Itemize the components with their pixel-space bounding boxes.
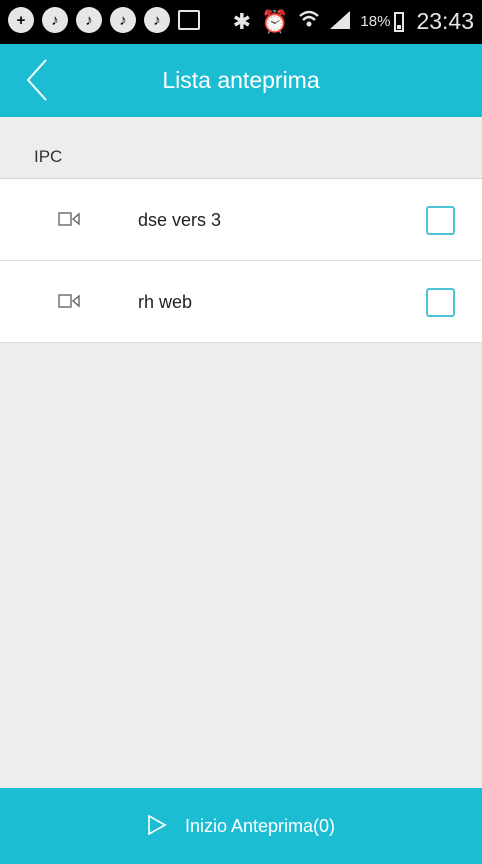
section-header: IPC	[0, 117, 482, 179]
page-title: Lista anteprima	[162, 67, 320, 93]
play-icon	[148, 814, 167, 836]
status-time: 23:43	[416, 8, 474, 34]
app-bar: Lista anteprima	[0, 44, 482, 117]
device-checkbox[interactable]	[426, 288, 455, 317]
system-icons: ✱ ⏰ 18% 23:43	[233, 8, 474, 35]
camera-icon	[58, 212, 80, 226]
battery-level: 18%	[360, 13, 391, 30]
wifi-icon	[298, 9, 320, 35]
device-name: dse vers 3	[138, 210, 222, 230]
notif-circle-icon: ♪	[42, 7, 68, 33]
device-list: dse vers 3 rh web	[0, 179, 482, 343]
section-label: IPC	[34, 147, 63, 166]
image-icon	[178, 10, 200, 30]
device-name: rh web	[138, 292, 193, 312]
device-item[interactable]: rh web	[0, 261, 482, 343]
alarm-icon: ⏰	[261, 8, 289, 34]
notification-icons: + ♪ ♪ ♪ ♪	[8, 7, 200, 33]
bluetooth-icon: ✱	[232, 8, 251, 34]
status-bar: + ♪ ♪ ♪ ♪ ✱ ⏰ 18% 23:43	[0, 0, 482, 44]
signal-icon	[330, 9, 351, 35]
battery-icon	[394, 11, 405, 32]
device-item[interactable]: dse vers 3	[0, 179, 482, 261]
start-preview-button[interactable]: Inizio Anteprima(0)	[0, 788, 482, 864]
notif-circle-icon: ♪	[144, 7, 170, 33]
camera-icon	[58, 294, 80, 308]
notif-circle-icon: ♪	[76, 7, 102, 33]
start-preview-label: Inizio Anteprima(0)	[184, 815, 336, 836]
notif-circle-icon: ♪	[110, 7, 136, 33]
device-checkbox[interactable]	[426, 206, 455, 235]
plus-badge-icon: +	[8, 7, 34, 33]
